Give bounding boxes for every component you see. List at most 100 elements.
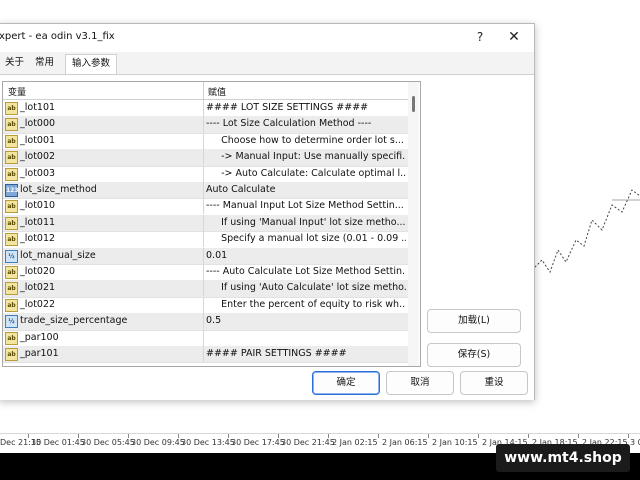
tab-common[interactable]: 常用 bbox=[29, 54, 60, 72]
string-type-icon: ab bbox=[5, 102, 18, 115]
parameter-row[interactable]: ab _lot022 Enter the percent of equity to… bbox=[3, 296, 408, 315]
string-type-icon: ab bbox=[5, 233, 18, 247]
cell-divider bbox=[203, 100, 204, 116]
parameter-name: _lot010 bbox=[20, 200, 56, 212]
parameter-row[interactable]: 123 lot_size_method Auto Calculate bbox=[3, 182, 408, 200]
cell-divider bbox=[203, 182, 204, 198]
parameter-row[interactable]: ab _par100 bbox=[3, 329, 408, 347]
parameter-name: _lot003 bbox=[20, 167, 56, 179]
parameter-name: _lot101 bbox=[20, 102, 56, 113]
double-type-icon: ½ bbox=[5, 315, 18, 329]
parameter-value[interactable]: Enter the percent of equity to risk wh..… bbox=[206, 299, 406, 310]
column-header-value[interactable]: 赋值 bbox=[208, 85, 226, 98]
cell-divider bbox=[203, 198, 204, 215]
parameter-name: _lot002 bbox=[20, 151, 56, 163]
reset-button[interactable]: 重设 bbox=[460, 371, 528, 395]
column-header-variable[interactable]: 变量 bbox=[8, 85, 26, 98]
parameter-row[interactable]: ab _lot011 If using 'Manual Input' lot si… bbox=[3, 214, 408, 233]
parameter-row[interactable]: ½ trade_size_percentage 0.5 bbox=[3, 313, 408, 331]
tab-inputs[interactable]: 输入参数 bbox=[65, 54, 118, 75]
parameter-value[interactable]: If using 'Manual Input' lot size metho..… bbox=[206, 217, 406, 228]
scrollbar-thumb[interactable] bbox=[412, 96, 415, 112]
parameter-value[interactable]: 0.01 bbox=[206, 250, 406, 261]
time-label: 30 Dec 13:45 bbox=[181, 438, 235, 447]
cancel-button[interactable]: 取消 bbox=[386, 371, 454, 395]
parameter-row[interactable]: ab _lot010 ---- Manual Input Lot Size Meth… bbox=[3, 198, 408, 216]
parameter-name: lot_manual_size bbox=[20, 249, 96, 261]
parameter-value[interactable]: 0.5 bbox=[206, 315, 406, 326]
parameter-row[interactable]: ab _par101 #### PAIR SETTINGS #### bbox=[3, 346, 408, 364]
parameter-row[interactable]: ab _lot000 ---- Lot Size Calculation Metho… bbox=[3, 116, 408, 134]
enum-type-icon: 123 bbox=[5, 184, 19, 197]
column-divider[interactable] bbox=[203, 82, 204, 99]
parameter-value[interactable]: -> Auto Calculate: Calculate optimal l..… bbox=[206, 168, 406, 179]
parameter-value[interactable]: #### PAIR SETTINGS #### bbox=[206, 348, 406, 359]
time-label: 30 Dec 05:45 bbox=[81, 438, 135, 447]
cell-divider bbox=[203, 214, 204, 231]
cell-divider bbox=[203, 296, 204, 313]
parameter-row[interactable]: ab _lot020 ---- Auto Calculate Lot Size Me… bbox=[3, 264, 408, 282]
cell-divider bbox=[203, 165, 204, 182]
expert-properties-dialog: xpert - ea odin v3.1_fix ? ✕ 关于 常用 输入参数 … bbox=[0, 23, 535, 400]
parameter-row[interactable]: ab _lot101 #### LOT SIZE SETTINGS #### bbox=[3, 100, 408, 118]
parameter-value[interactable]: ---- Auto Calculate Lot Size Method Sett… bbox=[206, 266, 406, 277]
time-label: 2 Jan 06:15 bbox=[382, 438, 428, 447]
time-tick bbox=[628, 434, 629, 438]
grid-scrollbar[interactable] bbox=[408, 82, 419, 366]
tab-about[interactable]: 关于 bbox=[0, 54, 30, 72]
parameter-row[interactable]: ab _lot012 Specify a manual lot size (0.0… bbox=[3, 231, 408, 249]
cell-divider bbox=[203, 231, 204, 248]
close-button[interactable]: ✕ bbox=[505, 28, 523, 46]
parameter-name: _lot022 bbox=[20, 298, 56, 310]
parameter-name: trade_size_percentage bbox=[20, 315, 128, 327]
string-type-icon: ab bbox=[5, 331, 18, 345]
cell-divider bbox=[203, 116, 204, 133]
parameter-row[interactable]: ab _lot021 If using 'Auto Calculate' lot … bbox=[3, 280, 408, 298]
cell-divider bbox=[203, 313, 204, 330]
parameter-value[interactable]: ---- Lot Size Calculation Method ---- bbox=[206, 118, 406, 129]
string-type-icon: ab bbox=[5, 134, 18, 148]
time-label: 2 Jan 02:15 bbox=[332, 438, 378, 447]
parameter-value[interactable]: ---- Manual Input Lot Size Method Settin… bbox=[206, 200, 406, 211]
load-button[interactable]: 加载(L) bbox=[427, 309, 521, 333]
parameter-row[interactable]: ab _lot001 Choose how to determine order … bbox=[3, 132, 408, 151]
parameter-name: _par101 bbox=[20, 348, 59, 359]
string-type-icon: ab bbox=[5, 282, 18, 296]
parameter-value[interactable]: If using 'Auto Calculate' lot size metho… bbox=[206, 282, 406, 293]
parameter-value[interactable]: -> Manual Input: Use manually specifi... bbox=[206, 151, 406, 162]
string-type-icon: ab bbox=[5, 216, 18, 230]
cell-divider bbox=[203, 132, 204, 149]
time-tick bbox=[478, 434, 479, 438]
time-label: 2 Jan 10:15 bbox=[432, 438, 478, 447]
ok-button[interactable]: 确定 bbox=[312, 371, 380, 395]
string-type-icon: ab bbox=[5, 266, 18, 279]
watermark: www.mt4.shop bbox=[496, 444, 630, 472]
parameter-row[interactable]: ab _lot003 -> Auto Calculate: Calculate o… bbox=[3, 165, 408, 183]
dialog-tabs: 关于 常用 输入参数 bbox=[0, 54, 534, 75]
parameter-value[interactable]: Specify a manual lot size (0.01 - 0.09 .… bbox=[206, 233, 406, 244]
string-type-icon: ab bbox=[5, 118, 18, 132]
parameter-name: _lot001 bbox=[20, 134, 56, 146]
time-label: 30 Dec 17:45 bbox=[231, 438, 285, 447]
parameters-grid: 变量 赋值 ab _lot101 #### LOT SIZE SETTINGS ##… bbox=[2, 81, 421, 367]
parameter-name: _lot012 bbox=[20, 233, 56, 245]
parameter-value[interactable]: Auto Calculate bbox=[206, 184, 406, 195]
parameter-name: _lot000 bbox=[20, 118, 56, 130]
parameter-row[interactable]: ½ lot_manual_size 0.01 bbox=[3, 247, 408, 265]
parameter-row[interactable]: ab _lot002 -> Manual Input: Use manually … bbox=[3, 149, 408, 167]
parameter-name: lot_size_method bbox=[20, 184, 97, 195]
time-label: 30 Dec 21:45 bbox=[281, 438, 335, 447]
cell-divider bbox=[203, 247, 204, 264]
parameter-value[interactable]: #### LOT SIZE SETTINGS #### bbox=[206, 102, 406, 113]
cell-divider bbox=[203, 346, 204, 362]
parameter-value[interactable]: Choose how to determine order lot s... bbox=[206, 135, 406, 146]
save-button[interactable]: 保存(S) bbox=[427, 343, 521, 367]
time-label: 3 0 bbox=[630, 438, 640, 447]
help-button[interactable]: ? bbox=[471, 28, 489, 46]
time-tick bbox=[578, 434, 579, 438]
parameter-name: _lot011 bbox=[20, 216, 56, 228]
time-tick bbox=[428, 434, 429, 438]
cell-divider bbox=[203, 264, 204, 280]
string-type-icon: ab bbox=[5, 167, 18, 181]
dialog-titlebar[interactable]: xpert - ea odin v3.1_fix ? ✕ bbox=[0, 24, 534, 52]
